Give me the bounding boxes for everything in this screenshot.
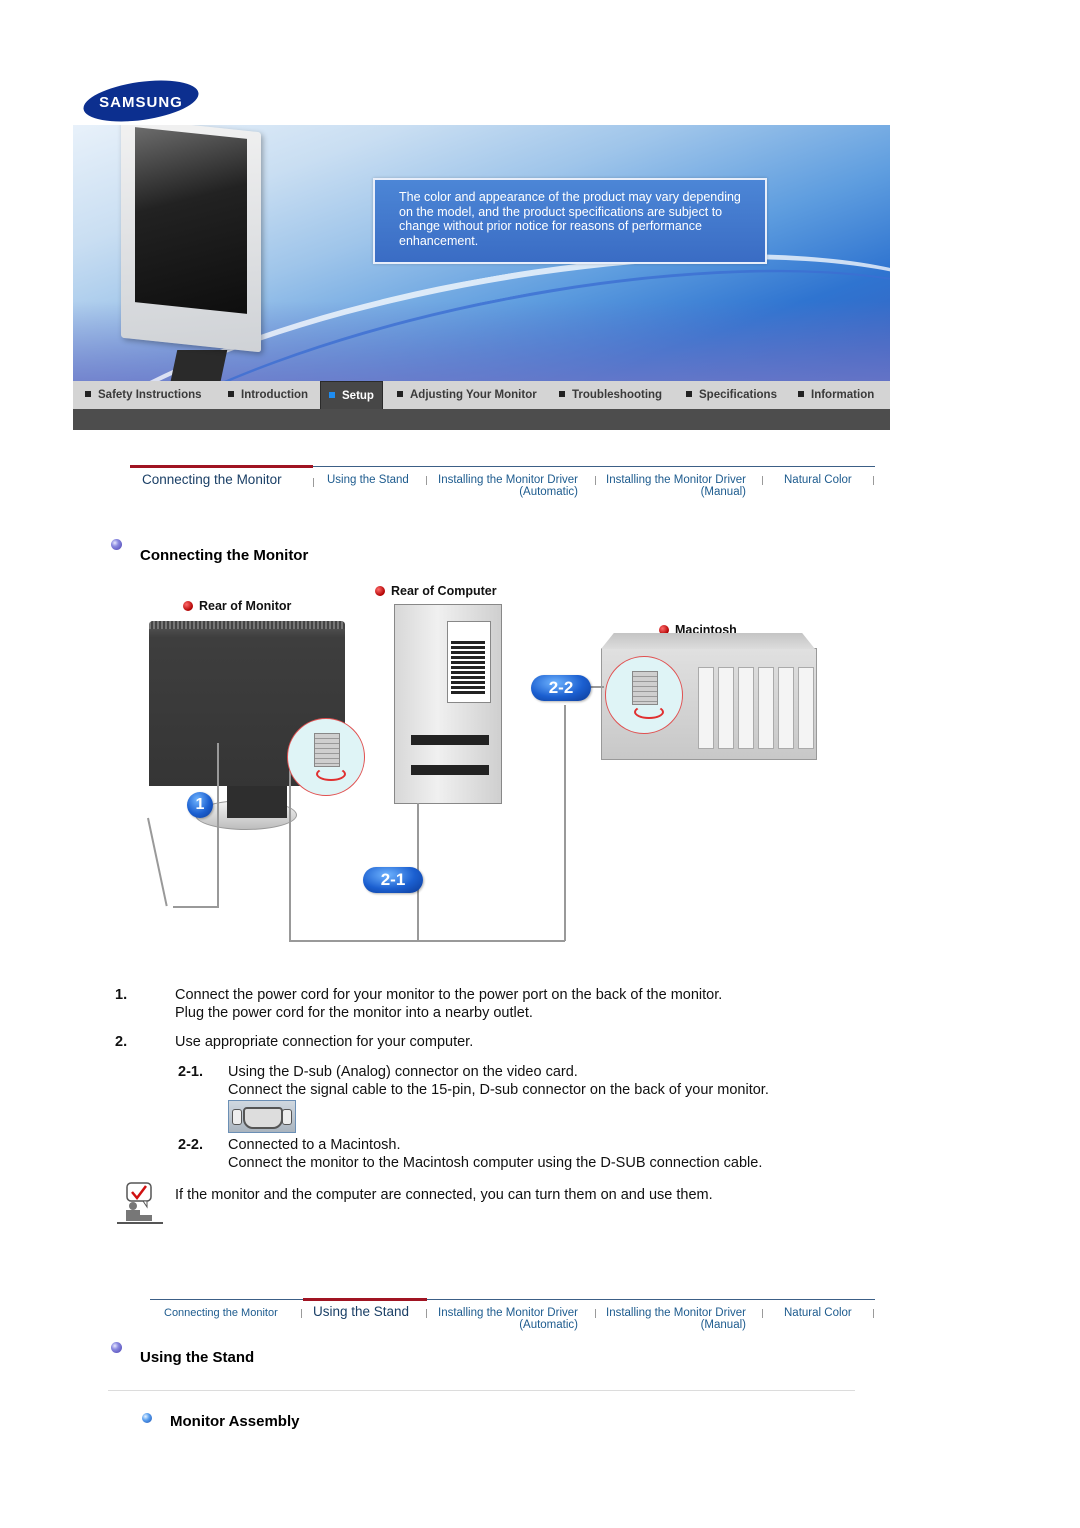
- step-1-text: Connect the power cord for your monitor …: [175, 987, 723, 1021]
- section-title-connecting: Connecting the Monitor: [140, 547, 309, 564]
- subnav-installing-driver-manual[interactable]: Installing the Monitor Driver (Manual): [606, 1307, 746, 1331]
- sub-nav-bottom: Connecting the Monitor Using the Stand I…: [150, 1298, 875, 1339]
- divider: [108, 1390, 855, 1391]
- step-2-2-text: Connected to a Macintosh. Connect the mo…: [228, 1137, 763, 1171]
- step-2-number: 2.: [115, 1034, 128, 1050]
- bullet-square-icon: [686, 391, 692, 397]
- signal-cable: [289, 758, 291, 942]
- note-text: If the monitor and the computer are conn…: [175, 1187, 713, 1203]
- section-bullet-icon: [111, 1342, 122, 1353]
- badge-step-1: 1: [187, 792, 213, 818]
- step-2-1-text: Using the D-sub (Analog) connector on th…: [228, 1064, 769, 1098]
- label-rear-of-computer: Rear of Computer: [375, 584, 497, 598]
- header-banner: The color and appearance of the product …: [73, 125, 890, 381]
- d-sub-connector-icon: [228, 1100, 296, 1133]
- product-notice: The color and appearance of the product …: [373, 178, 767, 264]
- samsung-logo: SAMSUNG: [82, 80, 200, 122]
- mac-connector-detail-circle: [605, 656, 683, 734]
- subnav-installing-driver-automatic[interactable]: Installing the Monitor Driver (Automatic): [438, 474, 578, 498]
- step-2-1-number: 2-1.: [178, 1064, 203, 1080]
- section-bullet-icon: [111, 539, 122, 550]
- label-rear-of-monitor: Rear of Monitor: [183, 599, 291, 613]
- svg-text:SAMSUNG: SAMSUNG: [99, 94, 183, 111]
- connection-diagram: Rear of Monitor Rear of Computer Macinto…: [135, 578, 825, 948]
- nav-item-specifications[interactable]: Specifications: [686, 381, 777, 409]
- step-2-2-number: 2-2.: [178, 1137, 203, 1153]
- subsection-title-monitor-assembly: Monitor Assembly: [170, 1413, 300, 1430]
- badge-step-2-2: 2-2: [531, 675, 591, 701]
- bullet-square-icon: [397, 391, 403, 397]
- note-check-icon: [117, 1181, 163, 1225]
- bullet-square-icon: [798, 391, 804, 397]
- subnav-connecting-the-monitor[interactable]: Connecting the Monitor: [164, 1307, 278, 1319]
- step-2-text: Use appropriate connection for your comp…: [175, 1034, 474, 1050]
- red-dot-icon: [183, 601, 193, 611]
- monitor-stand-image: [168, 350, 228, 381]
- subsection-bullet-icon: [142, 1413, 152, 1423]
- badge-step-2-1: 2-1: [363, 867, 423, 893]
- red-dot-icon: [375, 586, 385, 596]
- nav-item-troubleshooting[interactable]: Troubleshooting: [559, 381, 662, 409]
- subnav-using-the-stand[interactable]: Using the Stand: [313, 1305, 409, 1319]
- main-nav: Safety Instructions Introduction Setup A…: [73, 381, 890, 410]
- subnav-natural-color[interactable]: Natural Color: [784, 474, 852, 486]
- subnav-natural-color[interactable]: Natural Color: [784, 1307, 852, 1319]
- subnav-installing-driver-manual[interactable]: Installing the Monitor Driver (Manual): [606, 474, 746, 498]
- subnav-installing-driver-automatic[interactable]: Installing the Monitor Driver (Automatic): [438, 1307, 578, 1331]
- subnav-using-the-stand[interactable]: Using the Stand: [327, 474, 409, 486]
- nav-item-information[interactable]: Information: [798, 381, 874, 409]
- bullet-square-icon: [559, 391, 565, 397]
- active-tab-indicator: [130, 465, 313, 468]
- computer-rear-image: [394, 604, 502, 804]
- connector-detail-circle: [287, 718, 365, 796]
- nav-item-safety-instructions[interactable]: Safety Instructions: [85, 381, 202, 409]
- nav-item-setup[interactable]: Setup: [320, 381, 383, 410]
- subnav-connecting-the-monitor[interactable]: Connecting the Monitor: [142, 473, 282, 487]
- bullet-square-icon: [228, 391, 234, 397]
- sub-nav-top: Connecting the Monitor Using the Stand I…: [130, 465, 875, 506]
- nav-bottom-bar: [73, 409, 890, 430]
- bullet-square-icon: [329, 392, 335, 398]
- bullet-square-icon: [85, 391, 91, 397]
- active-tab-indicator: [303, 1298, 427, 1301]
- section-title-using-the-stand: Using the Stand: [140, 1349, 255, 1366]
- power-cable: [217, 743, 219, 908]
- nav-item-introduction[interactable]: Introduction: [228, 381, 308, 409]
- product-notice-text: The color and appearance of the product …: [399, 190, 741, 248]
- step-1-number: 1.: [115, 987, 128, 1003]
- nav-item-adjusting-your-monitor[interactable]: Adjusting Your Monitor: [397, 381, 537, 409]
